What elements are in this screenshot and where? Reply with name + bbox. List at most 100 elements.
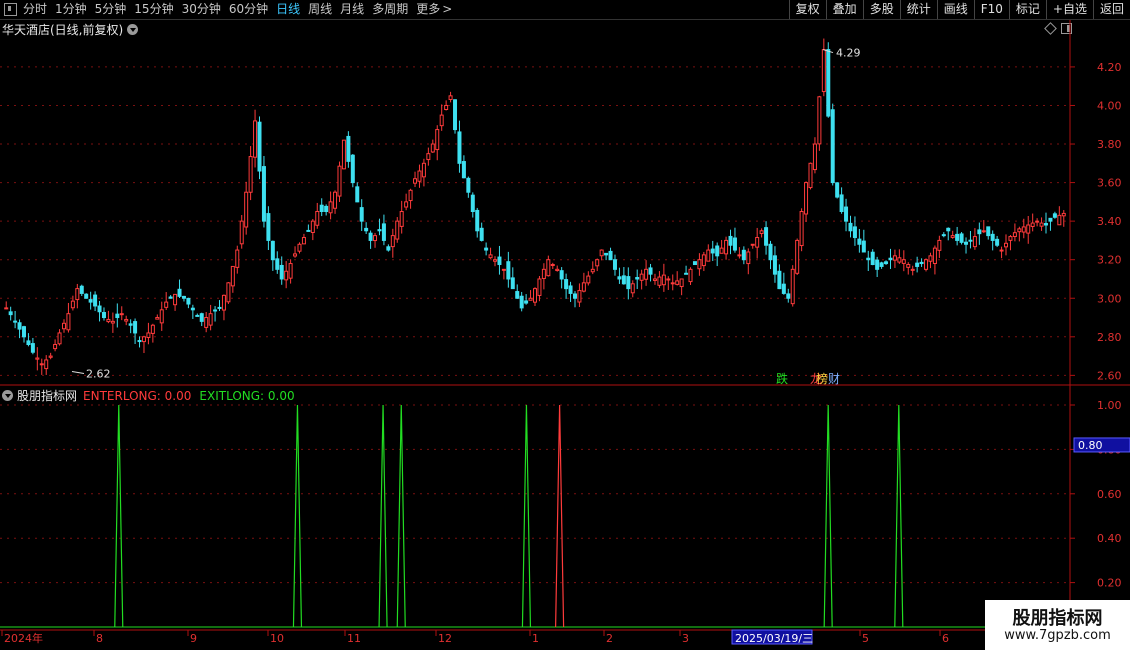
candle-body (1035, 220, 1040, 223)
exitlong-value: EXITLONG: 0.00 (199, 388, 295, 403)
candle-body (741, 249, 746, 261)
candle-body (799, 211, 804, 247)
event-tag-list[interactable]: 榜 (816, 370, 828, 387)
candle-body (173, 293, 178, 306)
candle-body (444, 104, 449, 110)
low-label: 2.62 (86, 368, 111, 381)
candle-body (950, 235, 955, 238)
x-tick-label: 5 (862, 632, 869, 645)
candle-body (501, 268, 506, 271)
signal-spike (894, 404, 904, 628)
candle-body (1057, 214, 1062, 226)
date-cursor-label: 2025/03/19/三 (735, 632, 813, 645)
candle-body (879, 262, 884, 267)
candle-body (204, 317, 209, 328)
candle-body (955, 233, 960, 241)
candle-body (488, 254, 493, 259)
watermark: 股朋指标网 www.7gpzb.com (985, 600, 1130, 650)
candle-body (4, 307, 9, 310)
candle-body (572, 293, 577, 299)
candle-body (786, 293, 791, 299)
candle-body (541, 268, 546, 279)
candle-body (630, 283, 635, 294)
candle-body (75, 288, 80, 301)
candle-body (248, 156, 253, 193)
candle-body (661, 274, 666, 286)
candle-body (279, 264, 284, 280)
candle-body (381, 223, 386, 241)
x-tick-label: 11 (347, 632, 361, 645)
candle-body (168, 296, 173, 299)
candle-body (101, 312, 106, 319)
candle-body (915, 262, 920, 267)
candle-body (808, 162, 813, 189)
candle-body (599, 249, 604, 257)
candle-body (479, 227, 484, 241)
ind-tick-label: 0.20 (1097, 577, 1122, 590)
candle-body (377, 229, 382, 232)
x-tick-label: 9 (190, 632, 197, 645)
candle-body (568, 285, 573, 294)
candle-body (866, 257, 871, 261)
candle-body (506, 261, 511, 280)
candle-body (626, 276, 631, 290)
candle-body (39, 363, 44, 366)
candle-body (666, 278, 671, 281)
candle-body (821, 49, 826, 93)
candle-body (897, 257, 902, 263)
candle-body (1052, 213, 1057, 218)
candle-body (301, 237, 306, 245)
x-tick-label: 10 (270, 632, 284, 645)
x-tick-label: 12 (438, 632, 452, 645)
candle-body (732, 237, 737, 251)
candle-body (484, 247, 489, 251)
candle-body (235, 249, 240, 268)
candle-body (848, 222, 853, 232)
candle-body (635, 277, 640, 280)
y-tick-label: 4.00 (1097, 99, 1122, 112)
candle-body (546, 259, 551, 277)
candle-body (421, 162, 426, 178)
candle-body (284, 270, 289, 281)
candle-body (884, 261, 889, 265)
event-tag-finance[interactable]: 财 (828, 370, 840, 387)
candle-body (937, 239, 942, 251)
watermark-url: www.7gpzb.com (1004, 628, 1111, 643)
candle-body (999, 249, 1004, 252)
candle-body (924, 259, 929, 270)
candle-body (657, 276, 662, 286)
chevron-down-icon[interactable] (2, 390, 13, 401)
chart-canvas[interactable]: 4.20 4.00 3.80 3.60 3.40 3.20 3.00 2.80 2.60 4.29… (0, 0, 1130, 650)
candle-body (70, 300, 75, 309)
event-tag-fall[interactable]: 跌 (776, 370, 788, 387)
candle-body (901, 259, 906, 264)
candle-body (346, 135, 351, 162)
candle-body (159, 309, 164, 324)
candle-body (768, 243, 773, 261)
candle-body (288, 263, 293, 279)
candle-body (608, 250, 613, 261)
candle-body (981, 230, 986, 233)
candle-body (275, 258, 280, 270)
candle-body (213, 309, 218, 312)
candle-body (239, 220, 244, 245)
candle-body (181, 295, 186, 299)
candle-body (21, 326, 26, 338)
candle-body (621, 275, 626, 285)
candle-body (595, 259, 600, 267)
candle-body (413, 178, 418, 184)
candle-body (817, 96, 822, 145)
candle-body (875, 259, 880, 270)
candle-body (466, 177, 471, 193)
candle-body (373, 235, 378, 242)
candle-body (826, 49, 831, 117)
candle-body (861, 240, 866, 253)
candle-body (208, 313, 213, 326)
candle-body (328, 201, 333, 214)
candle-body (13, 320, 18, 323)
candle-body (1026, 224, 1031, 234)
candle-body (524, 300, 529, 304)
candle-body (755, 237, 760, 248)
candle-body (270, 240, 275, 261)
candle-body (706, 249, 711, 262)
